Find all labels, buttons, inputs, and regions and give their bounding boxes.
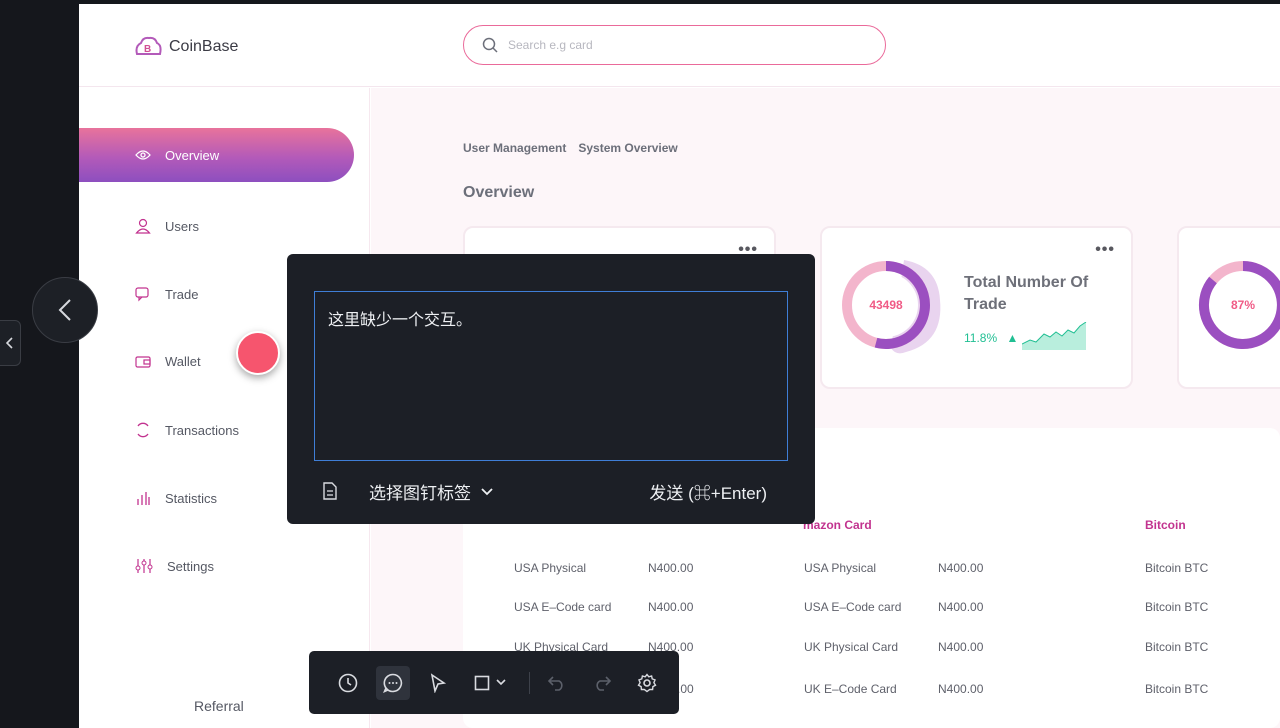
eye-icon xyxy=(135,150,151,160)
sidebar-item-statistics[interactable]: Statistics xyxy=(135,490,217,506)
chat-icon xyxy=(135,287,149,302)
chevron-down-icon xyxy=(481,487,493,495)
donut-chart: 43498 xyxy=(842,260,941,354)
table-cell: N400.00 xyxy=(648,561,694,575)
cycle-icon xyxy=(137,422,149,438)
send-button[interactable]: 发送 (⌘+Enter) xyxy=(649,479,767,504)
search-box[interactable] xyxy=(463,25,886,65)
sidebar-item-label: Overview xyxy=(165,147,220,163)
redo-button[interactable] xyxy=(585,666,619,700)
table-cell: UK E–Code Card xyxy=(804,682,897,696)
sidebar-item-trade[interactable]: Trade xyxy=(135,286,198,302)
stat-card-rate: 87% xyxy=(1177,226,1280,389)
chevron-left-icon xyxy=(6,337,13,349)
table-cell: USA E–Code card xyxy=(804,600,902,614)
table-cell: USA Physical xyxy=(514,561,587,575)
column-header: Bitcoin xyxy=(1145,518,1186,532)
sidebar-item-label: Statistics xyxy=(165,490,218,506)
comment-icon xyxy=(383,673,403,693)
sidebar-item-label: Settings xyxy=(167,558,214,574)
previous-screen-button[interactable] xyxy=(32,277,98,343)
brand-name: CoinBase xyxy=(169,38,239,55)
breadcrumb: User Management System Overview xyxy=(463,141,678,155)
sparkline-chart xyxy=(1022,322,1087,350)
annotation-toolbar xyxy=(309,651,679,714)
redo-icon xyxy=(596,675,612,691)
change-percent: 11.8% ▲ xyxy=(964,331,1019,345)
table-cell: USA E–Code card xyxy=(514,600,612,614)
table-cell: .00 xyxy=(677,682,694,696)
sidebar-item-users[interactable]: Users xyxy=(135,218,199,234)
pin-tag-select[interactable]: 选择图钉标签 xyxy=(369,479,493,504)
donut-value: 43498 xyxy=(869,298,903,312)
shape-tool-button[interactable] xyxy=(466,666,514,700)
up-arrow-icon: ▲ xyxy=(1006,331,1019,345)
svg-text:B: B xyxy=(144,44,151,55)
gear-icon xyxy=(637,672,657,692)
table-cell: Bitcoin BTC xyxy=(1145,640,1209,654)
search-input[interactable] xyxy=(508,38,848,52)
toolbar-divider xyxy=(529,671,530,694)
comment-pin-marker[interactable] xyxy=(236,331,280,375)
sliders-icon xyxy=(135,559,153,573)
breadcrumb-item[interactable]: System Overview xyxy=(578,141,677,155)
donut-chart: 87% xyxy=(1198,261,1280,349)
table-cell: UK Physical Card xyxy=(804,640,899,654)
sidebar-item-label: Trade xyxy=(165,286,199,302)
stat-card-trades: ••• 43498 Total Number Of Trade 11.8% ▲ xyxy=(820,226,1133,389)
sidebar-item-overview[interactable]: Overview xyxy=(79,128,354,182)
wallet-icon xyxy=(135,355,151,368)
coinbase-logo-icon: B xyxy=(135,36,162,55)
table-cell: USA Physical xyxy=(804,561,877,575)
referral-link[interactable]: Referral xyxy=(194,698,244,714)
select-tool-button[interactable] xyxy=(421,666,455,700)
bar-chart-icon xyxy=(137,492,150,505)
chevron-down-icon xyxy=(496,679,506,686)
search-icon xyxy=(482,37,498,53)
user-icon xyxy=(135,218,151,234)
donut-value: 87% xyxy=(1231,298,1255,312)
breadcrumb-item[interactable]: User Management xyxy=(463,141,566,155)
page-title: Overview xyxy=(463,184,535,201)
sidebar-item-label: Wallet xyxy=(165,354,201,369)
more-options-icon[interactable]: ••• xyxy=(1095,241,1115,259)
table-cell: Bitcoin BTC xyxy=(1145,561,1209,575)
table-cell: N400.00 xyxy=(938,600,984,614)
table-cell: N400.00 xyxy=(938,561,984,575)
chevron-left-icon xyxy=(58,299,71,321)
history-button[interactable] xyxy=(331,666,365,700)
clock-icon xyxy=(338,673,358,692)
sidebar-item-settings[interactable]: Settings xyxy=(135,558,214,574)
table-cell: N400.00 xyxy=(938,640,984,654)
table-cell: Bitcoin BTC xyxy=(1145,600,1209,614)
comment-popup: 这里缺少一个交互。 选择图钉标签 发送 (⌘+Enter) xyxy=(287,254,815,524)
table-cell: N400.00 xyxy=(938,682,984,696)
undo-button[interactable] xyxy=(540,666,574,700)
top-bar: B CoinBase xyxy=(79,4,1280,87)
sidebar-item-wallet[interactable]: Wallet xyxy=(135,354,201,369)
cursor-arrow-icon xyxy=(430,672,447,693)
pin-tag-label: 选择图钉标签 xyxy=(369,484,471,503)
document-icon[interactable] xyxy=(322,482,338,500)
table-cell: N400.00 xyxy=(648,600,694,614)
brand-logo[interactable]: B CoinBase xyxy=(133,34,238,60)
card-title: Total Number Of Trade xyxy=(964,274,1089,313)
sidebar-item-label: Users xyxy=(165,218,199,234)
settings-button[interactable] xyxy=(630,666,664,700)
sidebar-item-label: Transactions xyxy=(165,422,239,438)
comment-tool-button[interactable] xyxy=(376,665,410,700)
comment-input[interactable]: 这里缺少一个交互。 xyxy=(314,291,788,461)
undo-icon xyxy=(547,675,563,691)
sidebar-item-transactions[interactable]: Transactions xyxy=(135,422,239,438)
collapse-panel-tab[interactable] xyxy=(0,320,21,366)
rectangle-icon xyxy=(474,675,490,690)
table-cell: Bitcoin BTC xyxy=(1145,682,1209,696)
